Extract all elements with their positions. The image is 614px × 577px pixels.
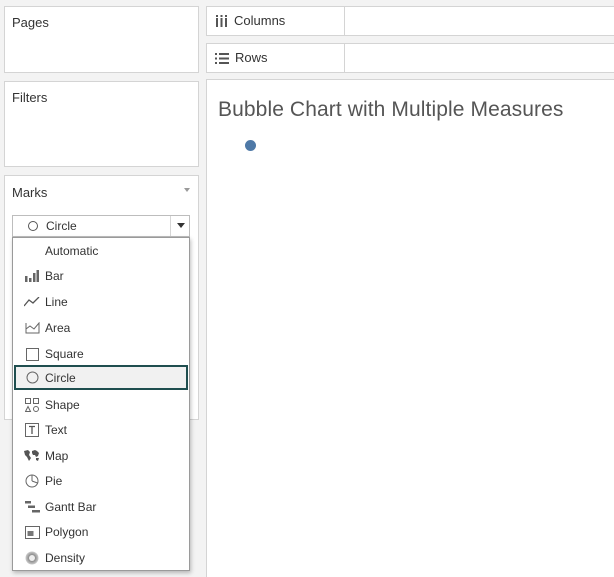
menu-item-line[interactable]: Line	[14, 290, 188, 314]
automatic-icon	[24, 243, 40, 259]
menu-item-text[interactable]: Text	[14, 418, 188, 442]
menu-item-square[interactable]: Square	[14, 342, 188, 366]
bubble-mark[interactable]	[245, 140, 256, 151]
columns-shelf-label: Columns	[207, 7, 345, 35]
rows-icon	[215, 52, 229, 64]
bar-icon	[24, 268, 40, 284]
mark-type-dropdown[interactable]: Circle	[12, 215, 190, 237]
menu-item-circle[interactable]: Circle	[14, 365, 188, 390]
menu-item-label: Line	[45, 295, 68, 309]
menu-item-gantt-bar[interactable]: Gantt Bar	[14, 495, 188, 519]
menu-item-label: Pie	[45, 474, 63, 488]
menu-item-map[interactable]: Map	[14, 444, 188, 468]
view-canvas[interactable]: Bubble Chart with Multiple Measures	[206, 79, 614, 577]
map-icon	[24, 448, 40, 464]
menu-item-label: Gantt Bar	[45, 500, 97, 514]
columns-label: Columns	[234, 13, 286, 28]
pie-icon	[24, 473, 40, 489]
chevron-down-icon[interactable]	[177, 223, 185, 228]
area-icon	[24, 320, 40, 336]
square-icon	[24, 346, 40, 362]
menu-item-automatic[interactable]: Automatic	[14, 239, 188, 263]
polygon-icon	[24, 524, 40, 540]
mark-type-selected-label: Circle	[46, 219, 77, 233]
menu-item-label: Text	[45, 423, 68, 437]
marks-card-menu-icon[interactable]	[184, 188, 190, 192]
filters-card: Filters	[4, 81, 199, 167]
menu-item-label: Map	[45, 449, 69, 463]
menu-item-label: Area	[45, 321, 71, 335]
menu-item-area[interactable]: Area	[14, 316, 188, 340]
columns-shelf[interactable]: Columns	[206, 6, 614, 36]
menu-item-density[interactable]: Density	[14, 546, 188, 570]
menu-item-pie[interactable]: Pie	[14, 469, 188, 493]
menu-item-label: Bar	[45, 269, 64, 283]
mark-type-menu: Automatic Bar Line Area Square Circle Sh…	[12, 237, 190, 571]
dropdown-divider	[170, 216, 171, 236]
menu-item-label: Shape	[45, 398, 80, 412]
pages-label: Pages	[12, 15, 49, 30]
shape-icon	[24, 397, 40, 413]
columns-icon	[215, 15, 228, 27]
pages-card: Pages	[4, 6, 199, 73]
rows-shelf[interactable]: Rows	[206, 43, 614, 73]
density-icon	[24, 550, 40, 566]
menu-item-polygon[interactable]: Polygon	[14, 520, 188, 544]
filters-label: Filters	[12, 90, 48, 105]
menu-item-label: Density	[45, 551, 86, 565]
gantt-bar-icon	[24, 499, 40, 515]
menu-item-label: Polygon	[45, 525, 89, 539]
menu-item-shape[interactable]: Shape	[14, 393, 188, 417]
circle-icon	[24, 370, 40, 386]
text-icon	[24, 422, 40, 438]
rows-shelf-label: Rows	[207, 44, 345, 72]
menu-item-bar[interactable]: Bar	[14, 264, 188, 288]
view-title[interactable]: Bubble Chart with Multiple Measures	[218, 98, 564, 122]
circle-icon	[27, 220, 39, 232]
rows-label: Rows	[235, 50, 268, 65]
line-icon	[24, 294, 40, 310]
menu-item-label: Circle	[45, 370, 76, 385]
marks-label: Marks	[12, 185, 48, 200]
menu-item-label: Automatic	[45, 244, 99, 258]
menu-item-label: Square	[45, 347, 84, 361]
